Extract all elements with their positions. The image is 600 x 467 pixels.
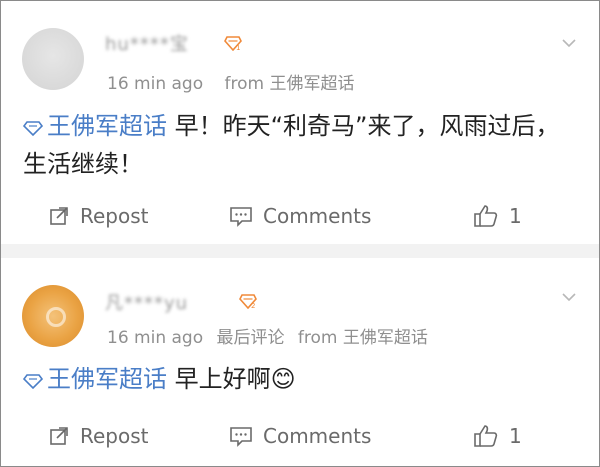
diamond-topic-icon	[23, 121, 43, 136]
like-count: 1	[509, 204, 522, 228]
repost-label: Repost	[80, 424, 149, 448]
chevron-down-icon[interactable]	[561, 289, 577, 305]
repost-icon	[50, 427, 68, 445]
repost-icon	[50, 207, 68, 225]
topic-label: 王佛军超话	[47, 365, 167, 393]
level-badge-icon: 2	[239, 294, 257, 309]
svg-text:2: 2	[251, 302, 255, 309]
topic-label: 王佛军超话	[47, 112, 167, 140]
post-text-block: 王佛军超话 早！昨天“利奇马”来了，风雨过后，生活继续！	[23, 107, 583, 183]
like-button[interactable]: 1	[473, 424, 522, 448]
post-actions: Repost Comments 1	[1, 204, 599, 234]
comments-label: Comments	[263, 204, 372, 228]
comment-icon	[230, 207, 252, 227]
like-button[interactable]: 1	[473, 204, 522, 228]
post-separator	[1, 244, 599, 258]
feed: hu****宝 1 16 min ago from 王佛军超话 王佛军超话 早！…	[0, 0, 600, 467]
thumbs-up-icon	[474, 425, 498, 447]
repost-button[interactable]: Repost	[48, 204, 149, 228]
post-text-block: 王佛军超话 早上好啊😊	[23, 360, 583, 398]
like-count: 1	[509, 424, 522, 448]
post-text: 早上好啊	[167, 365, 271, 393]
diamond-topic-icon	[23, 374, 43, 389]
avatar[interactable]	[22, 28, 84, 90]
post-time: 16 min ago	[107, 74, 204, 94]
comments-label: Comments	[263, 424, 372, 448]
svg-text:1: 1	[236, 44, 240, 51]
post-actions: Repost Comments 1	[1, 424, 599, 454]
level-badge-icon: 1	[224, 36, 242, 51]
post-source[interactable]: from 王佛军超话	[298, 328, 428, 348]
repost-label: Repost	[80, 204, 149, 228]
post-card: hu****宝 1 16 min ago from 王佛军超话 王佛军超话 早！…	[1, 1, 599, 244]
post-card: 凡****yu 2 16 min ago 最后评论 from 王佛军超话 王佛军…	[1, 258, 599, 466]
post-time: 16 min ago	[107, 328, 204, 348]
chevron-down-icon[interactable]	[561, 35, 577, 51]
repost-button[interactable]: Repost	[48, 424, 149, 448]
comments-button[interactable]: Comments	[229, 204, 371, 228]
avatar[interactable]	[22, 285, 84, 347]
comments-button[interactable]: Comments	[229, 424, 371, 448]
comment-icon	[230, 427, 252, 447]
username[interactable]: hu****宝	[105, 30, 189, 56]
post-meta-extra: 最后评论	[216, 328, 285, 348]
smile-emoji: 😊	[270, 365, 296, 393]
topic-link[interactable]: 王佛军超话	[23, 112, 167, 140]
thumbs-up-icon	[474, 205, 498, 227]
avatar-mark	[46, 307, 66, 327]
username[interactable]: 凡****yu	[105, 289, 188, 315]
post-source[interactable]: from 王佛军超话	[225, 74, 355, 94]
post-meta: 16 min ago 最后评论 from 王佛军超话	[107, 323, 436, 348]
post-meta: 16 min ago from 王佛军超话	[107, 69, 362, 94]
topic-link[interactable]: 王佛军超话	[23, 365, 167, 393]
